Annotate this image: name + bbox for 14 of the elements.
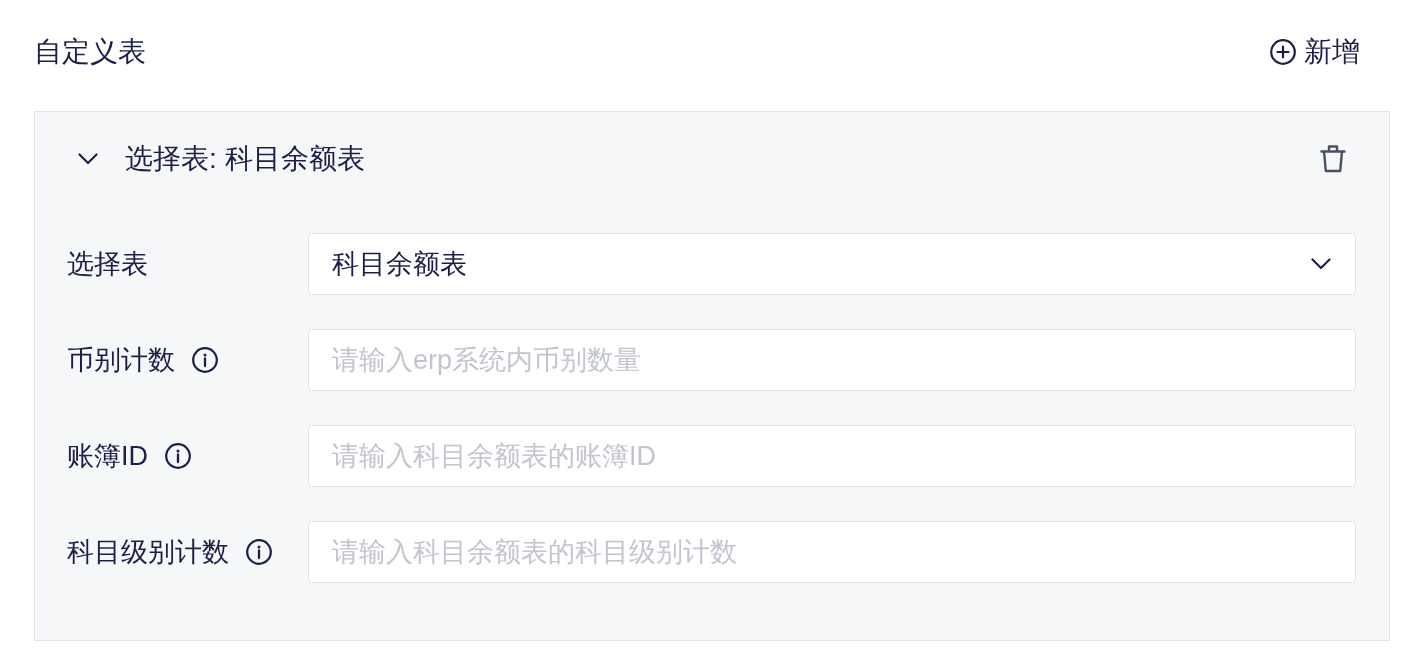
trash-icon bbox=[1320, 144, 1346, 173]
input-field[interactable]: 请输入erp系统内币别数量 bbox=[308, 329, 1356, 391]
panel-toggle[interactable]: 选择表: 科目余额表 bbox=[78, 139, 365, 178]
select-field[interactable]: 科目余额表 bbox=[308, 233, 1356, 295]
add-button[interactable]: 新增 bbox=[1270, 32, 1360, 71]
input-field[interactable]: 请输入科目余额表的账簿ID bbox=[308, 425, 1356, 487]
field-label: 科目级别计数 bbox=[67, 536, 229, 569]
field-label: 账簿ID bbox=[67, 440, 148, 473]
plus-circle-icon bbox=[1270, 38, 1296, 65]
input-field[interactable]: 请输入科目余额表的科目级别计数 bbox=[308, 521, 1356, 583]
field-label: 币别计数 bbox=[67, 344, 175, 377]
delete-button[interactable] bbox=[1320, 144, 1346, 173]
section-title: 自定义表 bbox=[34, 34, 146, 69]
field-label: 选择表 bbox=[67, 248, 148, 281]
